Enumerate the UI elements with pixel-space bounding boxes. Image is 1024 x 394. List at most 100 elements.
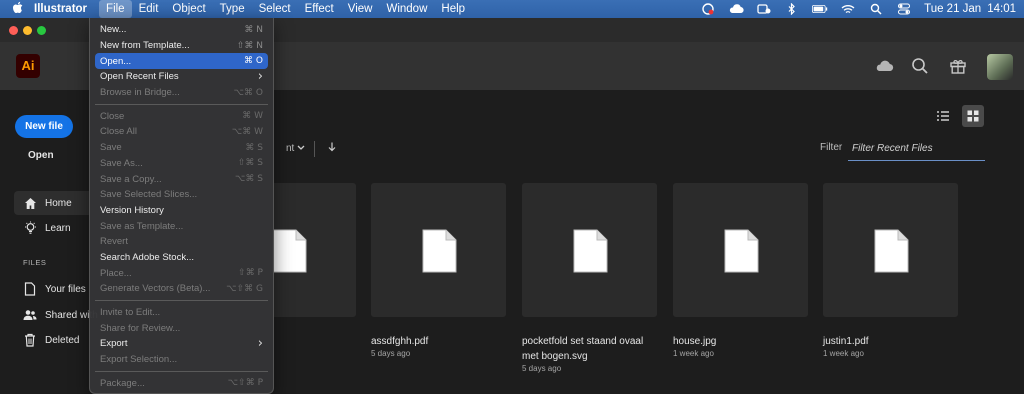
sidebar-item-label: Home: [45, 197, 72, 209]
menu-item-label: Search Adobe Stock...: [100, 251, 195, 263]
menu-item-shortcut: ⌘ S: [245, 142, 263, 153]
wifi-icon[interactable]: [840, 3, 856, 15]
menu-item: Save a Copy... ⌥⌘ S: [95, 171, 268, 187]
menu-item-label: Revert: [100, 236, 128, 248]
menu-item-label: Save as Template...: [100, 220, 184, 232]
menu-item-label: Invite to Edit...: [100, 307, 161, 319]
file-card[interactable]: [371, 183, 506, 317]
menu-item-label: Version History: [100, 204, 164, 216]
security-status-icon[interactable]: [756, 3, 772, 15]
creative-cloud-status-icon[interactable]: [700, 3, 716, 15]
menu-item: Save As... ⇧⌘ S: [95, 156, 268, 172]
gift-icon[interactable]: [948, 56, 968, 76]
menu-effect[interactable]: Effect: [298, 0, 341, 18]
menu-item: Save as Template...: [95, 218, 268, 234]
avatar[interactable]: [987, 54, 1013, 80]
file-card[interactable]: [823, 183, 958, 317]
menu-item-label: Close: [100, 110, 125, 122]
sidebar-item-label: Deleted: [45, 334, 80, 346]
menu-item-label: Close All: [100, 126, 137, 138]
chevron-down-icon: [297, 143, 305, 154]
open-button[interactable]: Open: [28, 150, 54, 161]
minimize-window-icon[interactable]: [23, 26, 32, 35]
sort-dropdown[interactable]: nt: [286, 143, 305, 154]
list-view-icon: [937, 111, 949, 121]
menu-file[interactable]: File: [99, 0, 132, 18]
menu-item-shortcut: ⌥⇧⌘ G: [226, 283, 263, 294]
menu-item-label: Place...: [100, 267, 132, 279]
menu-help[interactable]: Help: [434, 0, 472, 18]
close-window-icon[interactable]: [9, 26, 18, 35]
file-name[interactable]: justin1.pdf: [823, 334, 963, 349]
menu-clock[interactable]: Tue 21 Jan 14:01: [924, 3, 1016, 15]
file-icon: [22, 281, 38, 297]
menu-item-shortcut: ⌘ W: [242, 111, 263, 122]
document-icon: [874, 229, 908, 273]
status-area: Tue 21 Jan 14:01: [700, 0, 1016, 18]
menu-item: Generate Vectors (Beta)... ⌥⇧⌘ G: [95, 281, 268, 297]
file-card[interactable]: [673, 183, 808, 317]
zoom-window-icon[interactable]: [37, 26, 46, 35]
filter-input[interactable]: [848, 137, 985, 161]
menu-item[interactable]: Open Recent Files ›: [95, 69, 268, 85]
menu-item-label: Save a Copy...: [100, 173, 162, 185]
menu-bar: Illustrator File Edit Object Type Select…: [0, 0, 1024, 18]
battery-icon[interactable]: [812, 3, 828, 15]
menu-item[interactable]: Export ›: [95, 336, 268, 352]
illustrator-logo: Ai: [16, 54, 40, 78]
file-name[interactable]: assdfghh.pdf: [371, 334, 511, 349]
menu-item[interactable]: Version History: [95, 203, 268, 219]
filter-label: Filter: [820, 142, 843, 153]
menu-edit[interactable]: Edit: [132, 0, 166, 18]
file-date: 5 days ago: [522, 364, 562, 373]
menu-item-label: New...: [100, 24, 127, 36]
menu-item[interactable]: Open... ⌘ O: [95, 53, 268, 70]
file-name[interactable]: pocketfold set staand ovaal met bogen.sv…: [522, 334, 662, 364]
menu-item-shortcut: ⌥⇧⌘ P: [227, 378, 263, 389]
menu-item: Package... ⌥⇧⌘ P: [95, 375, 268, 391]
search-icon[interactable]: [910, 56, 930, 76]
menu-item-label: Share for Review...: [100, 322, 181, 334]
bluetooth-icon[interactable]: [784, 3, 800, 15]
menu-item-label: Browse in Bridge...: [100, 87, 180, 99]
file-date: 1 week ago: [823, 349, 864, 358]
menu-item: Place... ⇧⌘ P: [95, 265, 268, 281]
menu-object[interactable]: Object: [165, 0, 212, 18]
clock-date: Tue 21 Jan: [924, 3, 982, 15]
file-card[interactable]: [522, 183, 657, 317]
menu-window[interactable]: Window: [379, 0, 434, 18]
menu-item-shortcut: ⌘ O: [244, 56, 263, 67]
menu-item[interactable]: New... ⌘ N: [95, 22, 268, 38]
file-name[interactable]: house.jpg: [673, 334, 813, 349]
control-center-icon[interactable]: [896, 3, 912, 15]
menu-item: Save Selected Slices...: [95, 187, 268, 203]
grid-view-button[interactable]: [962, 105, 984, 127]
spotlight-search-icon[interactable]: [868, 3, 884, 15]
menu-select[interactable]: Select: [252, 0, 298, 18]
menu-item: Save ⌘ S: [95, 140, 268, 156]
new-file-button[interactable]: New file: [15, 115, 73, 138]
menu-type[interactable]: Type: [213, 0, 252, 18]
app-name-menu[interactable]: Illustrator: [34, 3, 93, 15]
menu-item: Invite to Edit...: [95, 305, 268, 321]
list-view-button[interactable]: [932, 105, 954, 127]
menu-item[interactable]: New from Template... ⇧⌘ N: [95, 38, 268, 54]
file-date: 5 days ago: [371, 349, 411, 358]
menu-view[interactable]: View: [341, 0, 380, 18]
menu-item-shortcut: ⌘ N: [244, 24, 263, 35]
icloud-status-icon[interactable]: [728, 3, 744, 15]
chevron-right-icon: ›: [257, 69, 263, 85]
menu-item-shortcut: ⇧⌘ N: [236, 40, 263, 51]
menu-item-label: New from Template...: [100, 40, 190, 52]
sort-direction-button[interactable]: [328, 142, 336, 155]
file-date: 1 week ago: [673, 349, 714, 358]
menu-item[interactable]: Search Adobe Stock...: [95, 250, 268, 266]
files-heading: FILES: [23, 258, 47, 267]
menu-item: Close ⌘ W: [95, 108, 268, 124]
menu-item-label: Export Selection...: [100, 354, 178, 366]
menu-separator: [95, 297, 268, 305]
menu-item: Share for Review...: [95, 320, 268, 336]
cloud-icon[interactable]: [874, 56, 894, 76]
apple-menu-icon[interactable]: [0, 1, 34, 17]
menu-item-shortcut: ⌥⌘ W: [231, 126, 263, 137]
